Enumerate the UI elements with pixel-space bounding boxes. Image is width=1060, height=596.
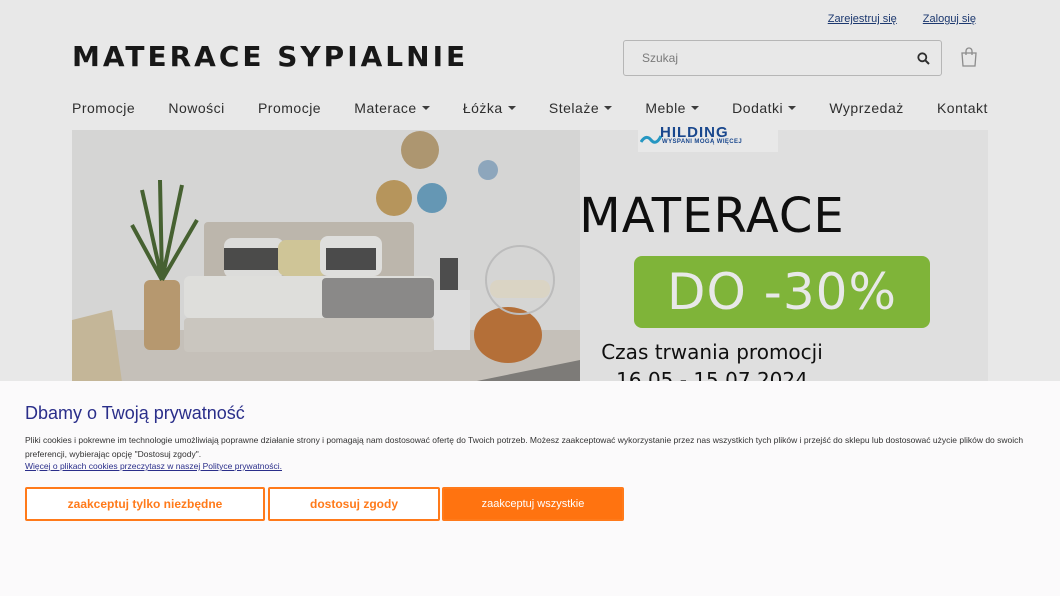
nav-item-promocje[interactable]: Promocje — [72, 100, 135, 116]
register-link[interactable]: Zarejestruj się — [828, 13, 897, 25]
nav-item-promocje-2[interactable]: Promocje — [258, 100, 321, 116]
search-bar — [623, 40, 942, 76]
promo-subtitle: Czas trwania promocji — [601, 340, 823, 364]
login-link[interactable]: Zaloguj się — [923, 13, 976, 25]
chevron-down-icon — [421, 106, 430, 110]
customize-consent-button[interactable]: dostosuj zgody — [268, 487, 440, 521]
promo-title: MATERACE — [579, 188, 845, 244]
main-navigation: Promocje Nowości Promocje Materace Łóżka… — [72, 100, 988, 116]
cookie-title: Dbamy o Twoją prywatność — [25, 403, 245, 423]
account-links: Zarejestruj się Zaloguj się — [828, 13, 976, 25]
shopping-bag-icon[interactable] — [960, 47, 978, 67]
nav-item-dodatki[interactable]: Dodatki — [732, 100, 797, 116]
nav-item-lozka[interactable]: Łóżka — [463, 100, 516, 116]
chevron-down-icon — [690, 106, 699, 110]
search-input[interactable] — [624, 41, 905, 75]
accept-necessary-button[interactable]: zaakceptuj tylko niezbędne — [25, 487, 265, 521]
accept-all-button[interactable]: zaakceptuj wszystkie — [442, 487, 624, 521]
nav-item-meble[interactable]: Meble — [645, 100, 699, 116]
bedroom-photo — [72, 130, 580, 382]
discount-badge: DO -30% — [634, 256, 930, 328]
nav-item-nowosci[interactable]: Nowości — [168, 100, 224, 116]
nav-item-stelaze[interactable]: Stelaże — [549, 100, 613, 116]
nav-item-wyprzedaz[interactable]: Wyprzedaż — [829, 100, 903, 116]
hilding-logo: HILDING WYSPANI MOGĄ WIĘCEJ — [638, 124, 778, 152]
cookie-consent-panel: Dbamy o Twoją prywatność Pliki cookies i… — [0, 381, 1060, 596]
chevron-down-icon — [788, 106, 797, 110]
cookie-text: Pliki cookies i pokrewne im technologie … — [25, 435, 1024, 459]
search-icon — [916, 51, 930, 65]
chevron-down-icon — [507, 106, 516, 110]
nav-item-materace[interactable]: Materace — [354, 100, 430, 116]
site-logo[interactable]: MATERACE SYPIALNIE — [72, 40, 468, 73]
privacy-policy-link[interactable]: Więcej o plikach cookies przeczytasz w n… — [25, 461, 282, 471]
chevron-down-icon — [604, 106, 613, 110]
search-button[interactable] — [905, 40, 941, 76]
nav-item-kontakt[interactable]: Kontakt — [937, 100, 988, 116]
